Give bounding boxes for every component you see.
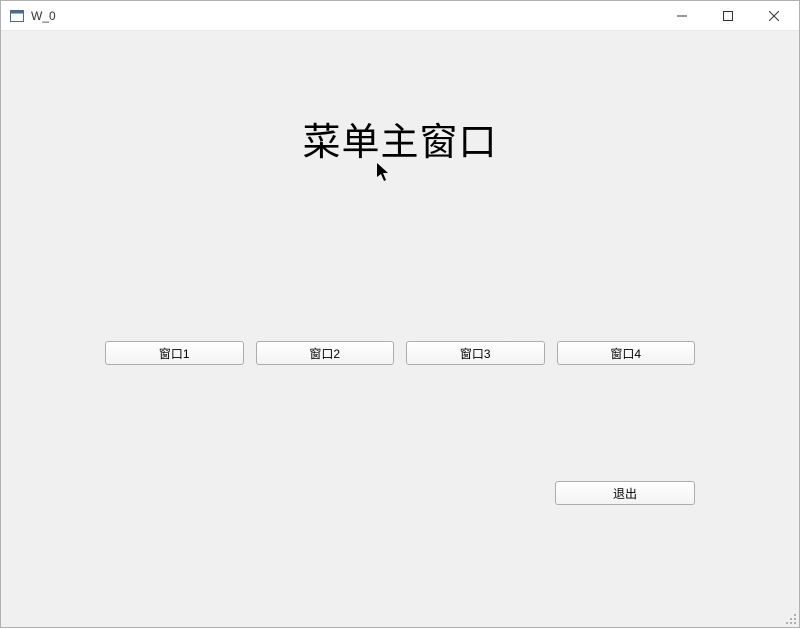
titlebar: W_0: [1, 1, 799, 31]
client-area: 菜单主窗口 窗口1 窗口2 窗口3 窗口4 退出: [1, 31, 799, 627]
maximize-button[interactable]: [705, 1, 751, 30]
window-title: W_0: [31, 9, 56, 23]
cursor-icon: [377, 163, 391, 188]
window-button-row: 窗口1 窗口2 窗口3 窗口4: [105, 341, 695, 365]
minimize-button[interactable]: [659, 1, 705, 30]
window2-button[interactable]: 窗口2: [256, 341, 395, 365]
exit-button[interactable]: 退出: [555, 481, 695, 505]
window1-button[interactable]: 窗口1: [105, 341, 244, 365]
window3-button[interactable]: 窗口3: [406, 341, 545, 365]
app-icon: [9, 8, 25, 24]
titlebar-controls: [659, 1, 797, 30]
app-window: W_0 菜单主窗口 窗口1 窗口2 窗口3 窗口4 退出: [0, 0, 800, 628]
window4-button[interactable]: 窗口4: [557, 341, 696, 365]
main-heading: 菜单主窗口: [1, 111, 799, 166]
close-button[interactable]: [751, 1, 797, 30]
resize-grip-icon[interactable]: [781, 609, 797, 625]
